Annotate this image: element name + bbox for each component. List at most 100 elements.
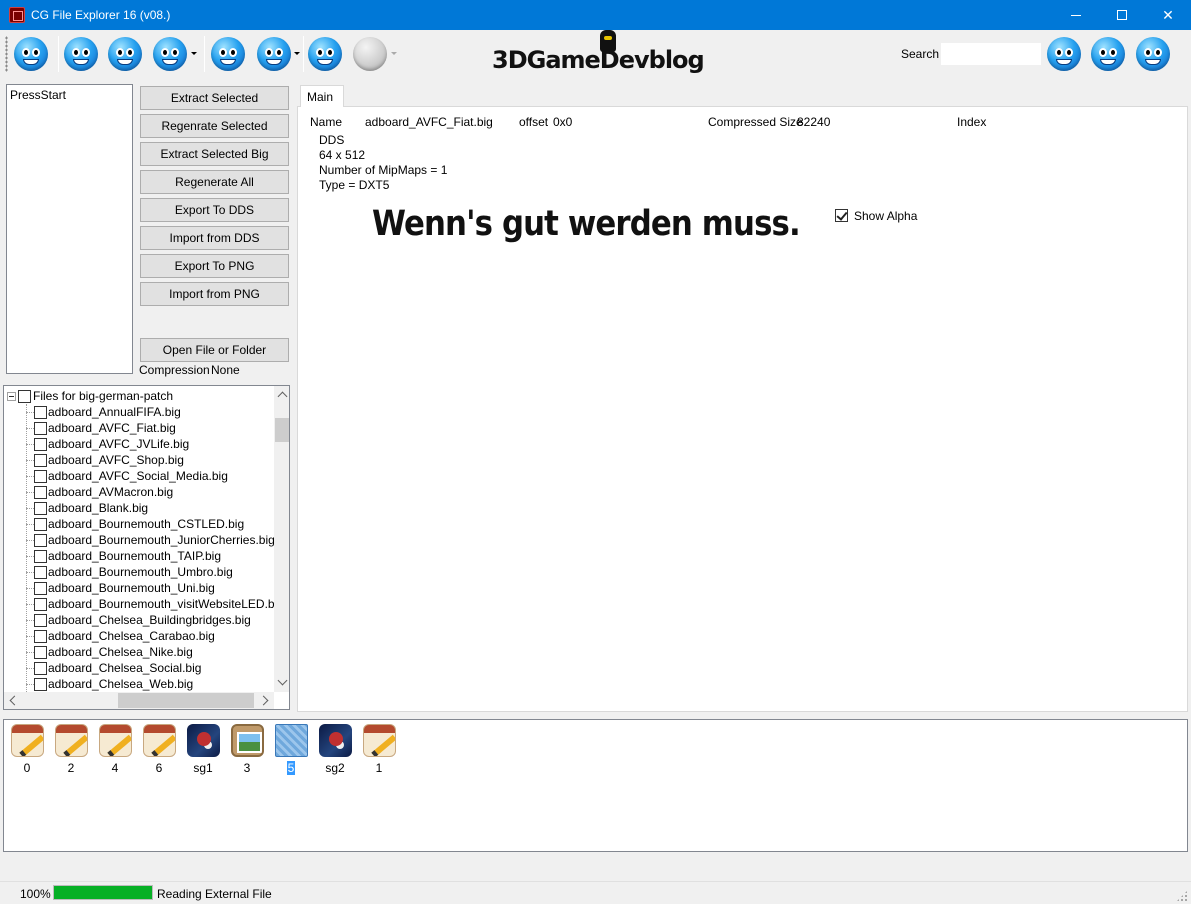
pencil-icon [363, 724, 396, 757]
resize-grip-icon[interactable] [1176, 890, 1188, 902]
list-item[interactable]: PressStart [10, 88, 66, 102]
tree-item-checkbox[interactable] [34, 454, 47, 467]
texture-list-panel[interactable]: 0 2 4 6 sg1 3 5 sg2 1 [3, 719, 1188, 852]
tree-item-label[interactable]: adboard_Bournemouth_TAIP.big [48, 549, 221, 563]
file-tree[interactable]: Files for big-german-patch adboard_Annua… [3, 385, 290, 710]
tree-item-checkbox[interactable] [34, 678, 47, 691]
tree-item-checkbox[interactable] [34, 438, 47, 451]
tree-guide-line [26, 476, 34, 477]
regenerate-selected-button[interactable]: Regenrate Selected [140, 114, 289, 138]
archive-list[interactable]: PressStart [6, 84, 133, 374]
tree-item-checkbox[interactable] [34, 486, 47, 499]
scroll-left-icon[interactable] [9, 695, 20, 706]
tree-item-label[interactable]: adboard_Bournemouth_Uni.big [48, 581, 215, 595]
extract-selected-button[interactable]: Extract Selected [140, 86, 289, 110]
tree-item-checkbox[interactable] [34, 566, 47, 579]
smiley-icon-10[interactable] [1091, 37, 1125, 71]
tree-item-label[interactable]: adboard_Chelsea_Buildingbridges.big [48, 613, 251, 627]
chevron-down-icon[interactable] [191, 52, 197, 55]
chevron-down-icon[interactable] [294, 52, 300, 55]
tree-item-label[interactable]: adboard_Chelsea_Social.big [48, 661, 201, 675]
tree-guide-line [26, 556, 34, 557]
tree-item-checkbox[interactable] [34, 502, 47, 515]
tree-item-checkbox[interactable] [34, 598, 47, 611]
close-icon: ✕ [1162, 7, 1174, 23]
texture-thumbnail[interactable]: sg2 [315, 724, 355, 780]
smiley-icon-11[interactable] [1136, 37, 1170, 71]
tree-item-checkbox[interactable] [34, 422, 47, 435]
regenerate-all-button[interactable]: Regenerate All [140, 170, 289, 194]
tree-item-label[interactable]: adboard_AVMacron.big [48, 485, 173, 499]
tree-item-checkbox[interactable] [34, 662, 47, 675]
open-file-button[interactable]: Open File or Folder [140, 338, 289, 362]
extract-selected-big-button[interactable]: Extract Selected Big [140, 142, 289, 166]
tree-item-checkbox[interactable] [34, 630, 47, 643]
tree-item-label[interactable]: adboard_Bournemouth_Umbro.big [48, 565, 233, 579]
tree-item-label[interactable]: adboard_AVFC_Social_Media.big [48, 469, 228, 483]
smiley-icon-6[interactable] [257, 37, 291, 71]
tree-item-label[interactable]: adboard_Chelsea_Nike.big [48, 645, 193, 659]
tree-item-label[interactable]: adboard_Blank.big [48, 501, 148, 515]
scroll-up-icon[interactable] [277, 391, 288, 402]
search-input[interactable] [940, 42, 1042, 66]
compressed-size-value: 82240 [797, 115, 831, 129]
import-png-button[interactable]: Import from PNG [140, 282, 289, 306]
smiley-icon-9[interactable] [1047, 37, 1081, 71]
smiley-icon-2[interactable] [64, 37, 98, 71]
texture-thumbnail[interactable]: 2 [51, 724, 91, 780]
tree-guide-line [26, 444, 34, 445]
tree-item-checkbox[interactable] [34, 550, 47, 563]
tree-item-label[interactable]: adboard_Chelsea_Carabao.big [48, 629, 215, 643]
tree-item-label[interactable]: adboard_AVFC_Shop.big [48, 453, 184, 467]
smiley-icon-5[interactable] [211, 37, 245, 71]
show-alpha-checkbox[interactable] [835, 209, 848, 222]
tree-item-label[interactable]: adboard_Bournemouth_visitWebsiteLED.big [48, 597, 284, 611]
show-alpha-label[interactable]: Show Alpha [854, 209, 917, 223]
tree-vertical-scrollbar[interactable] [274, 386, 289, 692]
scroll-right-icon[interactable] [258, 695, 269, 706]
tree-item-label[interactable]: adboard_AnnualFIFA.big [48, 405, 181, 419]
collapse-icon[interactable] [7, 392, 16, 401]
smiley-icon-7[interactable] [308, 37, 342, 71]
tree-item-checkbox[interactable] [34, 646, 47, 659]
tree-item-label[interactable]: adboard_AVFC_JVLife.big [48, 437, 189, 451]
smiley-icon-3[interactable] [108, 37, 142, 71]
tree-horizontal-scrollbar[interactable] [4, 692, 274, 709]
tree-item-label[interactable]: adboard_Bournemouth_JuniorCherries.big [48, 533, 275, 547]
texture-thumbnail[interactable]: 4 [95, 724, 135, 780]
minimize-button[interactable] [1053, 0, 1099, 30]
tab-main[interactable]: Main [300, 85, 344, 107]
export-png-button[interactable]: Export To PNG [140, 254, 289, 278]
tree-root-checkbox[interactable] [18, 390, 31, 403]
maximize-button[interactable] [1099, 0, 1145, 30]
tree-item-checkbox[interactable] [34, 614, 47, 627]
texture-thumbnail[interactable]: 1 [359, 724, 399, 780]
thumbnail-label: 3 [243, 761, 251, 775]
pencil-icon [55, 724, 88, 757]
thumbnail-label: 5 [285, 760, 297, 776]
smiley-icon-1[interactable] [14, 37, 48, 71]
tree-item-checkbox[interactable] [34, 470, 47, 483]
pencil-icon [11, 724, 44, 757]
texture-thumbnail[interactable]: 3 [227, 724, 267, 780]
texture-thumbnail[interactable]: sg1 [183, 724, 223, 780]
scroll-thumb[interactable] [118, 693, 254, 708]
tree-item-label[interactable]: adboard_Chelsea_Web.big [48, 677, 193, 691]
texture-thumbnail[interactable]: 5 [271, 724, 311, 780]
texture-thumbnail[interactable]: 0 [7, 724, 47, 780]
tree-item-checkbox[interactable] [34, 518, 47, 531]
tree-item-checkbox[interactable] [34, 406, 47, 419]
scroll-thumb[interactable] [275, 418, 289, 442]
texture-thumbnail[interactable]: 6 [139, 724, 179, 780]
tree-item-checkbox[interactable] [34, 582, 47, 595]
import-dds-button[interactable]: Import from DDS [140, 226, 289, 250]
tree-item-label[interactable]: adboard_AVFC_Fiat.big [48, 421, 176, 435]
app-icon[interactable] [9, 7, 25, 23]
tree-item-label[interactable]: adboard_Bournemouth_CSTLED.big [48, 517, 244, 531]
close-button[interactable]: ✕ [1145, 0, 1191, 30]
toolbar-grip-icon[interactable] [5, 36, 8, 72]
tree-item-checkbox[interactable] [34, 534, 47, 547]
export-dds-button[interactable]: Export To DDS [140, 198, 289, 222]
smiley-icon-4[interactable] [153, 37, 187, 71]
scroll-down-icon[interactable] [277, 675, 288, 686]
